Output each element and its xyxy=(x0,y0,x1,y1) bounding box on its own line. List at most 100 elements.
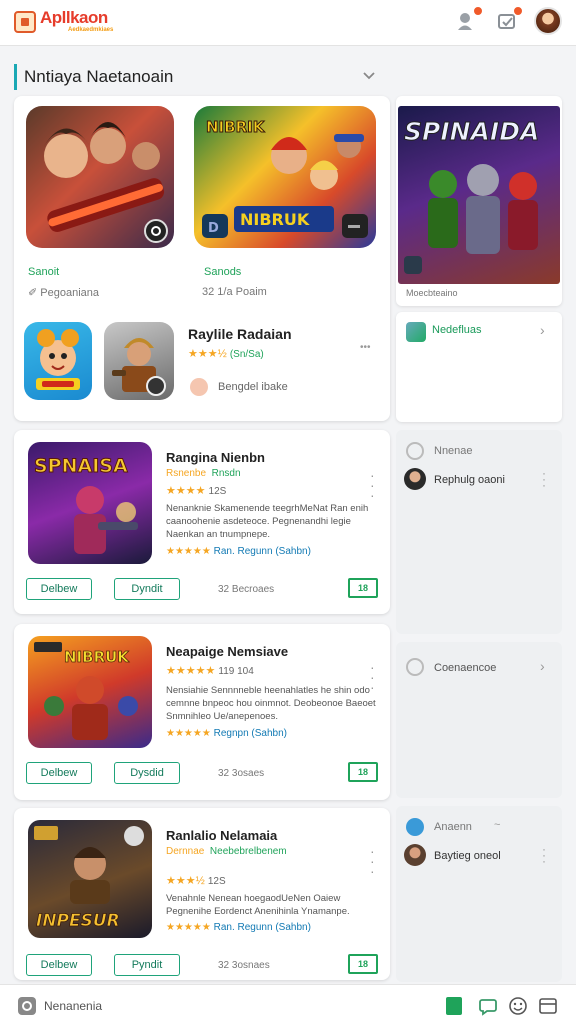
app-1-count: 32 Becroaes xyxy=(218,584,275,595)
bookmark-icon[interactable] xyxy=(446,997,462,1015)
game-3-rating: (Sn/Sa) xyxy=(229,349,264,360)
panel-2-title: Coenaencoe xyxy=(434,662,497,674)
tag-icon: ✐ xyxy=(28,287,41,299)
app-2-rating: 119 104 xyxy=(218,666,254,677)
settings-icon[interactable] xyxy=(18,997,36,1015)
app-logo[interactable]: Apllkaon Aedkaedmkiaes xyxy=(14,8,114,35)
app-card-2: NIBRUK Neapaige Nemsiave ★★★★★ 119 104 N… xyxy=(14,624,390,800)
app-3-title[interactable]: Ranlalio Nelamaia xyxy=(166,828,277,843)
app-1-subtitle: Rsnenbe Rnsdn xyxy=(166,468,241,479)
app-1-stars2: ★★★★★ xyxy=(166,546,211,557)
section-title: Nntiaya Naetanoain xyxy=(24,67,174,86)
right-promo-card[interactable]: SPINAIDA Moecbteaino xyxy=(396,96,562,306)
app-3-count: 32 3osnaes xyxy=(218,960,270,971)
app-2-stars2: ★★★★★ xyxy=(166,728,211,739)
logo-subtitle: Aedkaedmkiaes xyxy=(68,27,114,33)
app-3-mini-box[interactable]: 18 xyxy=(348,954,378,974)
app-3-sub-a: Dernnae xyxy=(166,846,205,857)
app-2-stars-text: ★★★★★ xyxy=(166,665,216,677)
app-1-description: Nenanknie Skamenende teegrhMeNat Ran eni… xyxy=(166,503,369,540)
panel-1-icon xyxy=(406,442,424,460)
app-2-rating-row: ★★★★★ Regnpn (Sahbn) xyxy=(166,728,287,739)
panel-3-row[interactable]: Baytieg oneol xyxy=(434,850,501,862)
chat-icon[interactable] xyxy=(478,996,498,1016)
panel-1-row[interactable]: Rephulg oaoni xyxy=(434,474,505,486)
window-icon[interactable] xyxy=(538,996,558,1016)
section-header[interactable]: Nntiaya Naetanoain xyxy=(14,62,390,92)
app-3-rating: 12S xyxy=(207,876,226,887)
app-1-art-title: SPNAISA xyxy=(34,455,128,477)
promo-art-title: SPINAIDA xyxy=(404,117,539,146)
bottom-label[interactable]: Nenanenia xyxy=(44,999,102,1013)
app-1-rating-link[interactable]: Ran. Regunn (Sahbn) xyxy=(214,546,311,557)
app-3-subtitle: Dernnae Neebebrelbenem xyxy=(166,846,287,857)
panel-3-avatar xyxy=(404,844,426,866)
game-art-1[interactable] xyxy=(26,106,174,248)
game-1-meta-text: Pegoaniana xyxy=(40,287,100,299)
app-mini-icon xyxy=(406,322,426,342)
publisher-icon xyxy=(190,378,208,396)
game-3-stars: ★★★½ (Sn/Sa) xyxy=(188,347,264,360)
app-1-more-icon[interactable]: · · · xyxy=(370,468,375,502)
app-3-stars: ★★★½ 12S xyxy=(166,874,226,887)
game-3-icon-b[interactable] xyxy=(104,322,174,400)
banner-word: NIBRUK xyxy=(240,210,310,229)
game-3-title[interactable]: Raylile Radaian xyxy=(188,326,292,342)
app-3-rating-row: ★★★★★ Ran. Regunn (Sahbn) xyxy=(166,922,311,933)
app-3-more-icon[interactable]: · · · xyxy=(370,844,375,878)
game-3-stars-text: ★★★½ xyxy=(188,348,227,360)
app-2-art-title: NIBRUK xyxy=(64,648,130,666)
app-2-title[interactable]: Neapaige Nemsiave xyxy=(166,644,288,659)
promo-art: SPINAIDA xyxy=(398,106,560,284)
app-1-secondary-button[interactable]: Dyndit xyxy=(114,578,180,600)
game-1-label: Sanoit xyxy=(28,266,60,278)
chevron-right-icon[interactable]: › xyxy=(540,322,545,338)
profile-avatar[interactable] xyxy=(534,7,562,35)
chevron-down-icon[interactable] xyxy=(362,68,376,84)
panel-1-title: Nnenae xyxy=(434,445,473,457)
panel-3-more-icon[interactable]: · · · xyxy=(542,843,546,867)
app-2-secondary-button[interactable]: Dysdid xyxy=(114,762,180,784)
app-1-mini-box[interactable]: 18 xyxy=(348,578,378,598)
app-2-count: 32 3osaes xyxy=(218,768,265,779)
app-2-more-icon[interactable]: · · · xyxy=(370,660,375,694)
game-3-more-icon[interactable]: ••• xyxy=(360,342,371,353)
app-3-stars-text: ★★★½ xyxy=(166,875,205,887)
app-3-rating-link[interactable]: Ran. Regunn (Sahbn) xyxy=(214,922,311,933)
svg-text:D: D xyxy=(208,221,219,236)
smiley-icon[interactable] xyxy=(508,996,528,1016)
messages-badge xyxy=(513,6,523,16)
app-1-thumbnail[interactable]: SPNAISA xyxy=(28,442,152,564)
panel-1-more-icon[interactable]: · · · xyxy=(542,467,546,491)
app-2-rating-link[interactable]: Regnpn (Sahbn) xyxy=(214,728,287,739)
app-card-3: INPESUR Ranlalio Nelamaia Dernnae Neebeb… xyxy=(14,808,390,980)
right-panel-1: Nnenae Rephulg oaoni · · · xyxy=(396,430,562,634)
panel-3-tilde: ~ xyxy=(494,819,501,831)
app-2-stars: ★★★★★ 119 104 xyxy=(166,664,254,677)
app-1-title[interactable]: Rangina Nienbn xyxy=(166,450,265,465)
app-3-primary-button[interactable]: Delbew xyxy=(26,954,92,976)
game-3-icon-a[interactable] xyxy=(24,322,92,400)
app-1-sub-a: Rsnenbe xyxy=(166,468,207,479)
game-2-label: Sanods xyxy=(204,266,242,278)
app-3-description: Venahnle Nenean hoegaodUeNen Oaiew Pegne… xyxy=(166,893,350,917)
app-3-thumbnail[interactable]: INPESUR xyxy=(28,820,152,938)
app-2-mini-box[interactable]: 18 xyxy=(348,762,378,782)
app-3-secondary-button[interactable]: Pyndit xyxy=(114,954,180,976)
app-3-sub-b: Neebebrelbenem xyxy=(209,846,287,857)
logo-text: Apllkaon xyxy=(40,8,108,27)
messages-icon[interactable] xyxy=(496,6,523,32)
right-row-card[interactable]: Nedefluas › xyxy=(396,312,562,422)
app-2-thumbnail[interactable]: NIBRUK xyxy=(28,636,152,748)
panel-2-chevron-icon[interactable]: › xyxy=(540,658,545,674)
right-row-label: Nedefluas xyxy=(432,324,482,336)
app-card-1: SPNAISA Rangina Nienbn Rsnenbe Rnsdn ★★★… xyxy=(14,430,390,614)
app-3-stars2: ★★★★★ xyxy=(166,922,211,933)
promo-caption: Moecbteaino xyxy=(406,288,458,298)
app-1-primary-button[interactable]: Delbew xyxy=(26,578,92,600)
app-3-art-title: INPESUR xyxy=(36,911,120,931)
panel-1-avatar xyxy=(404,468,426,490)
app-2-primary-button[interactable]: Delbew xyxy=(26,762,92,784)
notifications-icon[interactable] xyxy=(456,6,483,32)
game-art-2[interactable]: NIBRIK NIBRUK D xyxy=(194,106,376,248)
